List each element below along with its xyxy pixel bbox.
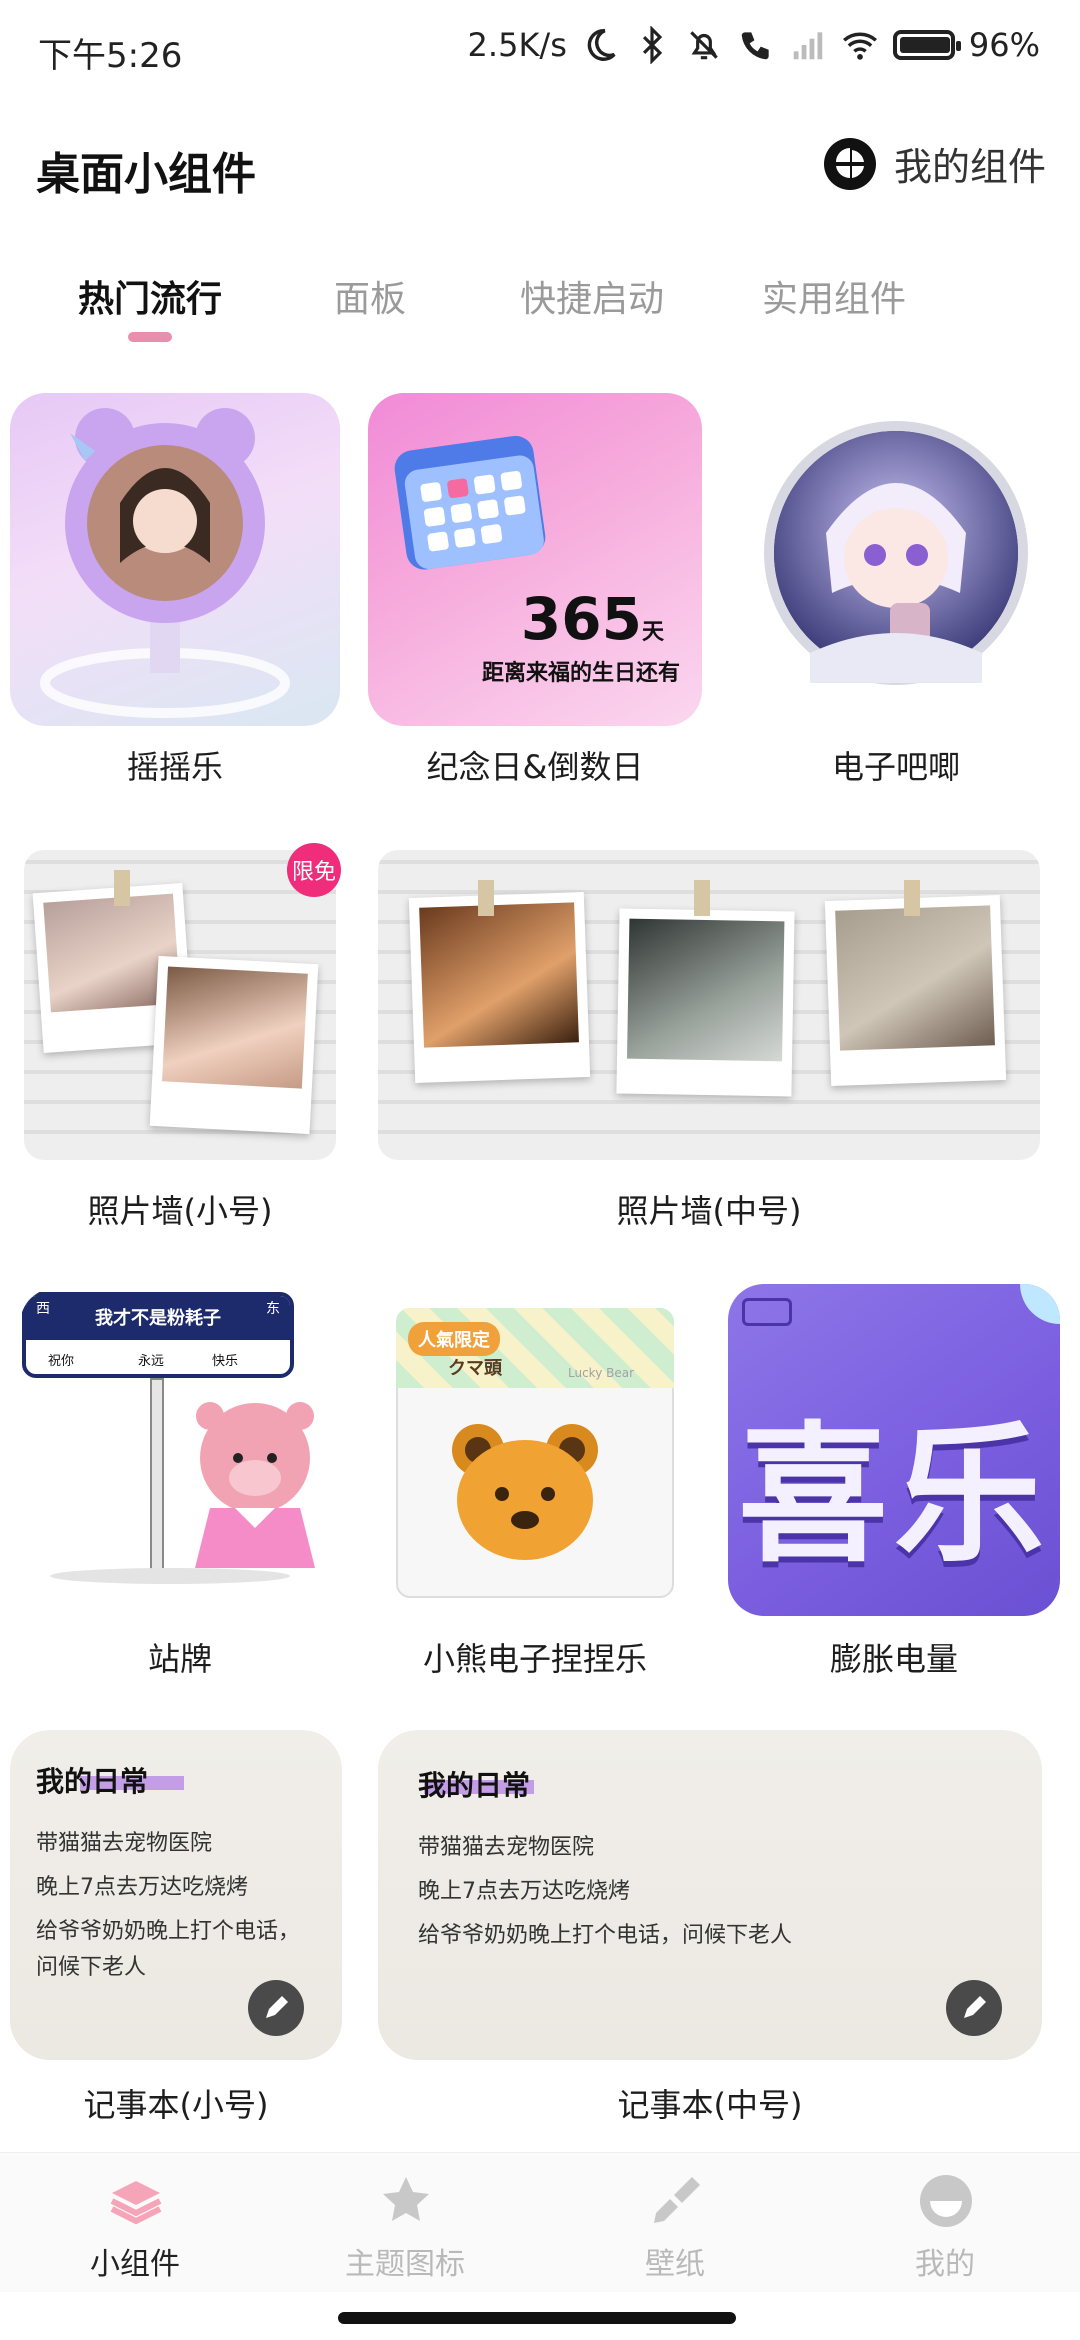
puffy-text: 喜乐 (737, 1409, 1050, 1583)
mute-bell-icon (690, 31, 718, 60)
notepad-heading: 我的日常 (36, 1765, 149, 1798)
photo-wall-small-card[interactable] (24, 850, 336, 1160)
profile-icon (920, 2175, 972, 2227)
battery-icon (742, 1298, 792, 1326)
anime-badge-illustration (764, 421, 1028, 685)
countdown-number: 365天 (521, 585, 664, 653)
station-east: 东 (266, 1301, 280, 1317)
nav-wallpaper[interactable]: 壁纸 (540, 2153, 810, 2293)
home-indicator[interactable] (338, 2312, 736, 2324)
notepad-small-card[interactable]: 我的日常 带猫猫去宠物医院 晚上7点去万达吃烧烤 给爷爷奶奶晚上打个电话， 问候… (10, 1730, 342, 2060)
signal-icon (793, 32, 823, 60)
station-stop: 永远 (138, 1354, 165, 1369)
edit-pencil-icon[interactable] (946, 1980, 1002, 2036)
shake-widget-label: 摇摇乐 (126, 748, 223, 786)
tab-quick-launch[interactable]: 快捷启动 (520, 270, 664, 322)
badge-pin-widget-label: 电子吧唧 (831, 748, 960, 786)
status-icons: 2.5K/s 96% (468, 26, 1040, 64)
status-bar: 下午5:26 2.5K/s 96% (0, 0, 1080, 100)
notepad-line: 带猫猫去宠物医院 (418, 1835, 595, 1860)
moon-icon (587, 29, 616, 61)
photo-wall-medium-card[interactable] (378, 850, 1040, 1160)
station-stop: 祝你 (48, 1354, 75, 1369)
notepad-line: 带猫猫去宠物医院 (36, 1831, 213, 1856)
tape-decoration (478, 880, 494, 916)
countdown-days: 365 (520, 585, 642, 653)
corner-decoration (1020, 1284, 1060, 1324)
call-off-icon (741, 32, 769, 60)
station-sign-board: 我才不是粉耗子 西 东 祝你 永远 快乐 (22, 1292, 294, 1378)
active-tab-indicator (128, 332, 172, 342)
battery-percent: 96% (968, 26, 1040, 64)
bear-head-icon (452, 1424, 598, 1560)
sign-pole (150, 1378, 164, 1578)
free-badge: 限免 (287, 843, 341, 897)
bear-squeeze-label: 小熊电子捏捏乐 (422, 1640, 647, 1678)
badge-pin-widget-card[interactable] (740, 393, 1052, 726)
countdown-caption: 距离来福的生日还有 (481, 661, 680, 686)
page-title: 桌面小组件 (36, 149, 256, 200)
brush-icon (654, 2177, 700, 2223)
tab-popular[interactable]: 热门流行 (78, 270, 222, 322)
notepad-line: 问候下老人 (36, 1955, 147, 1980)
tape-decoration (694, 880, 710, 916)
notepad-small-label: 记事本(小号) (83, 2086, 269, 2124)
station-sign-card[interactable]: 我才不是粉耗子 西 东 祝你 永远 快乐 (20, 1288, 340, 1618)
status-time: 下午5:26 (38, 36, 183, 76)
countdown-widget-card[interactable]: 365天 距离来福的生日还有 (368, 393, 702, 726)
polaroid-photo (616, 908, 795, 1097)
category-tabs: 热门流行 面板 快捷启动 实用组件 (0, 270, 1080, 350)
shake-frame-illustration (40, 408, 290, 718)
nav-wallpaper-label: 壁纸 (645, 2247, 705, 2282)
app-header: 桌面小组件 我的组件 (0, 120, 1080, 220)
countdown-unit: 天 (641, 620, 664, 645)
nav-profile-label: 我的 (915, 2247, 975, 2282)
station-west: 西 (36, 1301, 50, 1317)
notepad-line: 晚上7点去万达吃烧烤 (418, 1879, 630, 1904)
notepad-medium-card[interactable]: 我的日常 带猫猫去宠物医院 晚上7点去万达吃烧烤 给爷爷奶奶晚上打个电话，问候下… (378, 1730, 1042, 2060)
edit-pencil-icon[interactable] (248, 1980, 304, 2036)
nav-theme-icons-label: 主题图标 (345, 2247, 465, 2282)
notepad-medium-label: 记事本(中号) (617, 2086, 803, 2124)
lucky-bear-brand: Lucky Bear (568, 1366, 635, 1380)
tab-utility[interactable]: 实用组件 (762, 270, 906, 322)
pink-beaver-illustration (195, 1402, 315, 1568)
station-sign-label: 站牌 (147, 1640, 212, 1678)
notepad-line: 给爷爷奶奶晚上打个电话， (36, 1919, 301, 1944)
star-icon (383, 2177, 429, 2221)
countdown-widget-label: 纪念日&倒数日 (426, 748, 644, 786)
bluetooth-icon (642, 26, 663, 64)
bottom-navigation: 小组件 主题图标 壁纸 我的 (0, 2152, 1080, 2292)
network-speed: 2.5K/s (467, 26, 567, 64)
shake-widget-card[interactable] (10, 393, 340, 726)
photo-wall-small-label: 照片墙(小号) (87, 1192, 273, 1230)
station-sign-title: 我才不是粉耗子 (95, 1308, 221, 1329)
notepad-heading: 我的日常 (418, 1769, 531, 1802)
nav-widgets[interactable]: 小组件 (0, 2153, 270, 2293)
my-widgets-label: 我的组件 (893, 145, 1046, 189)
notepad-line: 给爷爷奶奶晚上打个电话，问候下老人 (418, 1923, 793, 1948)
limited-tag: 人氣限定 (408, 1322, 500, 1356)
puffy-battery-card[interactable]: 喜乐 (728, 1284, 1060, 1616)
puffy-battery-label: 膨胀电量 (829, 1640, 958, 1678)
layers-icon (110, 2181, 162, 2225)
nav-widgets-label: 小组件 (90, 2247, 180, 2282)
station-stop: 快乐 (212, 1354, 239, 1369)
bear-squeeze-card[interactable]: 人氣限定 クマ頭 Lucky Bear (390, 1300, 680, 1612)
battery-icon (892, 30, 961, 60)
tape-decoration (904, 880, 920, 916)
kuma-tag: クマ頭 (448, 1358, 502, 1379)
polaroid-photo (149, 955, 319, 1135)
wifi-icon (842, 32, 877, 60)
polaroid-photo (824, 895, 1007, 1086)
notepad-line: 晚上7点去万达吃烧烤 (36, 1875, 248, 1900)
nav-profile[interactable]: 我的 (810, 2153, 1080, 2293)
widget-grid-icon (823, 137, 876, 190)
tab-panel[interactable]: 面板 (334, 270, 406, 322)
nav-theme-icons[interactable]: 主题图标 (270, 2153, 540, 2293)
tape-decoration (114, 870, 130, 906)
photo-wall-medium-label: 照片墙(中号) (616, 1192, 802, 1230)
my-widgets-button[interactable]: 我的组件 (823, 136, 1046, 191)
polaroid-photo (408, 892, 591, 1083)
